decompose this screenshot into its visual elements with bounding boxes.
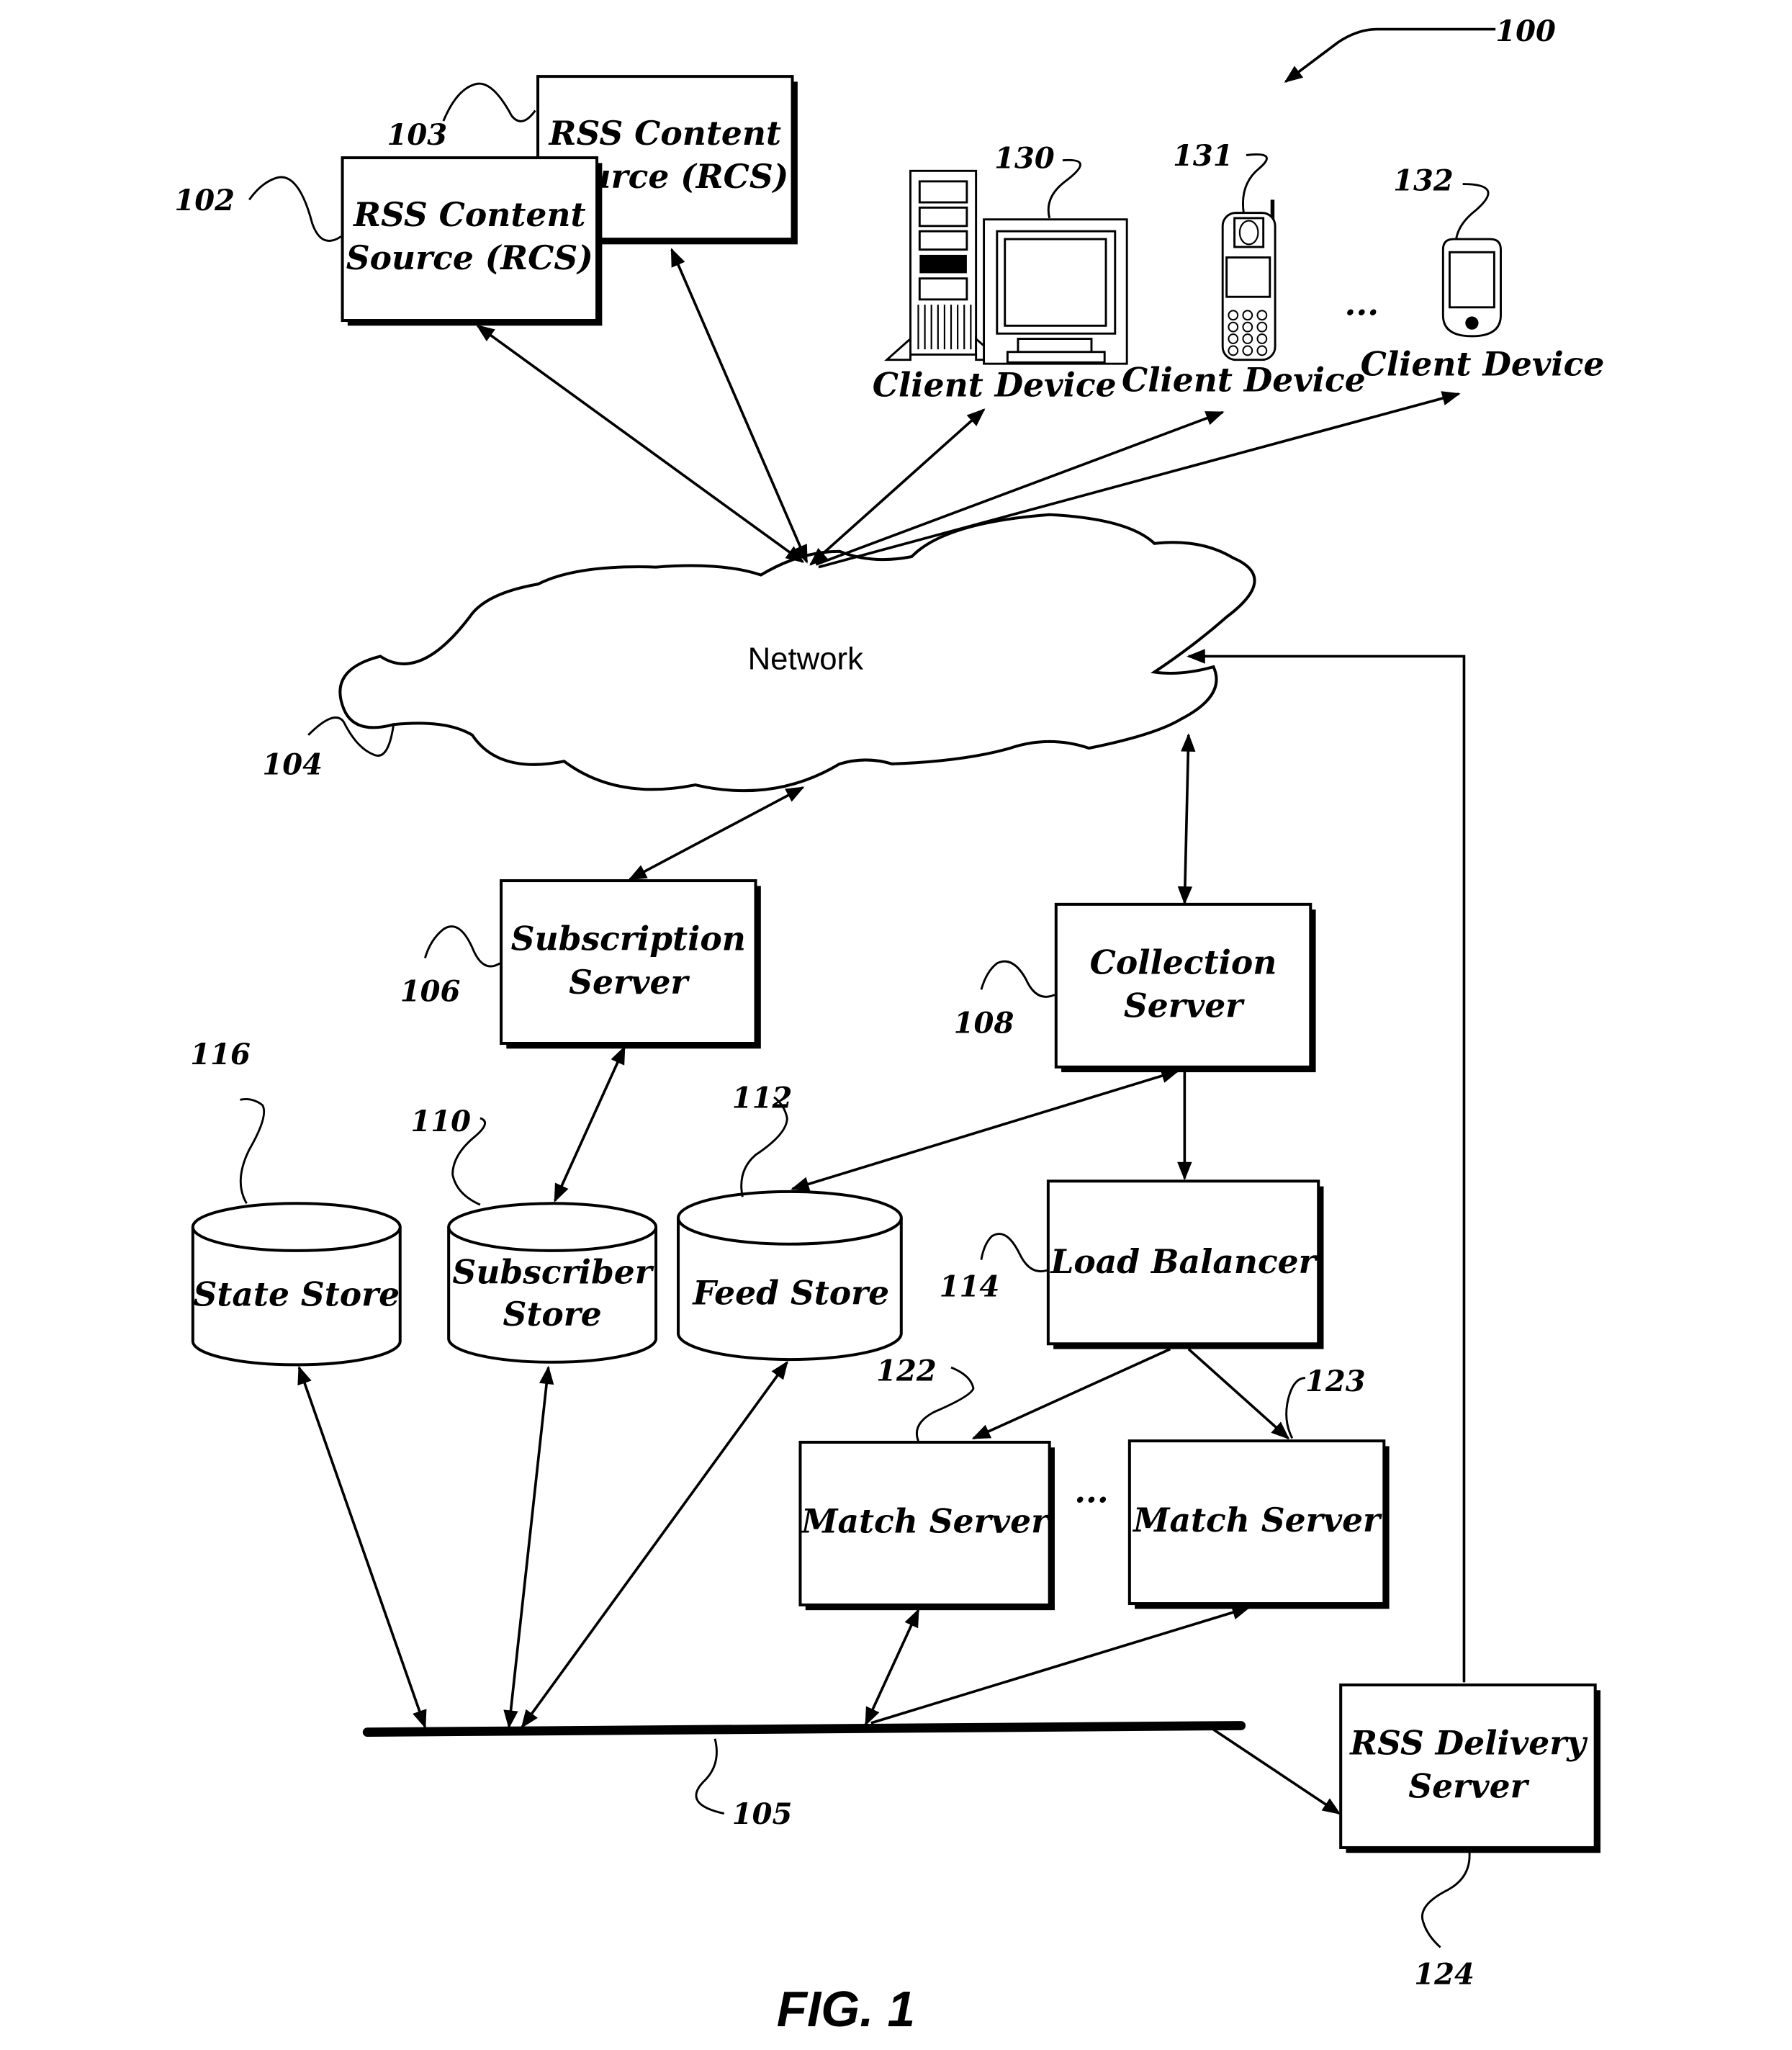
feed-store-label: Feed Store [691,1274,889,1313]
ref-114: 114 [940,1270,1000,1304]
ref-108: 108 [954,1006,1014,1040]
ref-130: 130 [994,142,1055,176]
client-device-131-label: Client Device [1122,360,1366,399]
link-lb-match-122 [971,1347,1171,1440]
client-device-130-label: Client Device [873,366,1117,405]
mobile-phone-icon [1221,199,1277,361]
ref-116: 116 [190,1038,251,1071]
load-balancer-114[interactable]: Load Balancer [1046,1179,1324,1349]
leader-124 [1421,1850,1471,1948]
subscriber-store-label-line2: Store [503,1295,601,1334]
bus-105 [362,1721,1246,1737]
state-store-116[interactable]: State Store [191,1202,402,1367]
leader-103 [442,82,536,122]
ref-102: 102 [174,184,235,217]
ref-104: 104 [262,747,323,781]
feed-store-112[interactable]: Feed Store [677,1190,903,1362]
delivery-server-label-line2: Server [1408,1767,1529,1806]
link-subscription-subscriber-store [554,1046,626,1202]
link-network-collection [1177,733,1196,905]
collection-server-label-line2: Server [1124,986,1245,1025]
network-cloud[interactable]: Network [338,513,1256,793]
load-balancer-label: Load Balancer [1049,1242,1318,1281]
client-ellipsis: ... [1345,284,1379,323]
leader-108 [980,960,1055,998]
rcs-102-label-line2: Source (RCS) [346,238,593,277]
ref-100: 100 [1495,14,1556,48]
leader-123 [1285,1377,1306,1439]
ref-122: 122 [876,1354,937,1388]
ref-103: 103 [387,118,448,152]
collection-server-label-line1: Collection [1090,943,1277,981]
collection-server-108[interactable]: Collection Server [1054,902,1316,1073]
ref-110: 110 [410,1105,471,1138]
subscriber-store-110[interactable]: Subscriber Store [447,1202,658,1364]
match-server-123[interactable]: Match Server [1127,1439,1390,1609]
ref-112: 112 [732,1081,793,1115]
leader-106 [423,925,500,968]
subscription-server-label-line1: Subscription [511,920,746,958]
link-network-subscription [628,786,805,881]
rcs-102-label-line1: RSS Content [352,195,585,234]
subscription-server-106[interactable]: Subscription Server [500,879,761,1049]
match-server-122-label: Match Server [800,1502,1050,1541]
client-device-132-label: Client Device [1361,345,1605,384]
rcs-103-label-line1: RSS Content [548,114,781,153]
ref-123: 123 [1305,1365,1366,1398]
rss-content-source-102[interactable]: RSS Content Source (RCS) [341,156,603,326]
network-label: Network [748,642,863,677]
match-ellipsis: ... [1074,1472,1109,1511]
subscription-server-label-line2: Server [569,963,690,1002]
link-collection-feed-store [791,1069,1180,1192]
leader-132 [1455,183,1490,240]
leader-131 [1242,153,1268,213]
ref-105: 105 [732,1797,793,1831]
ref-132: 132 [1393,164,1454,198]
figure-caption: FIG. 1 [777,1981,915,2037]
match-server-122[interactable]: Match Server [798,1440,1055,1611]
ref-131: 131 [1173,139,1233,173]
delivery-server-label-line1: RSS Delivery [1348,1724,1588,1763]
leader-116 [239,1097,266,1205]
match-server-123-label: Match Server [1132,1501,1382,1539]
desktop-computer-icon [883,169,1128,365]
state-store-label: State Store [193,1274,400,1313]
ref-106: 106 [400,975,461,1009]
link-lb-match-123 [1187,1348,1290,1440]
pda-icon [1441,238,1502,338]
rss-delivery-server-124[interactable]: RSS Delivery Server [1339,1683,1600,1853]
subscriber-store-label-line1: Subscriber [452,1252,654,1291]
leader-102 [248,176,342,242]
ref-124: 124 [1414,1957,1474,1991]
leader-105 [695,1738,725,1815]
system-diagram: 100 RSS Content Source (RCS) 103 RSS Con… [174,14,1605,2037]
system-ref-100: 100 [1284,14,1556,83]
leader-114 [980,1233,1048,1272]
